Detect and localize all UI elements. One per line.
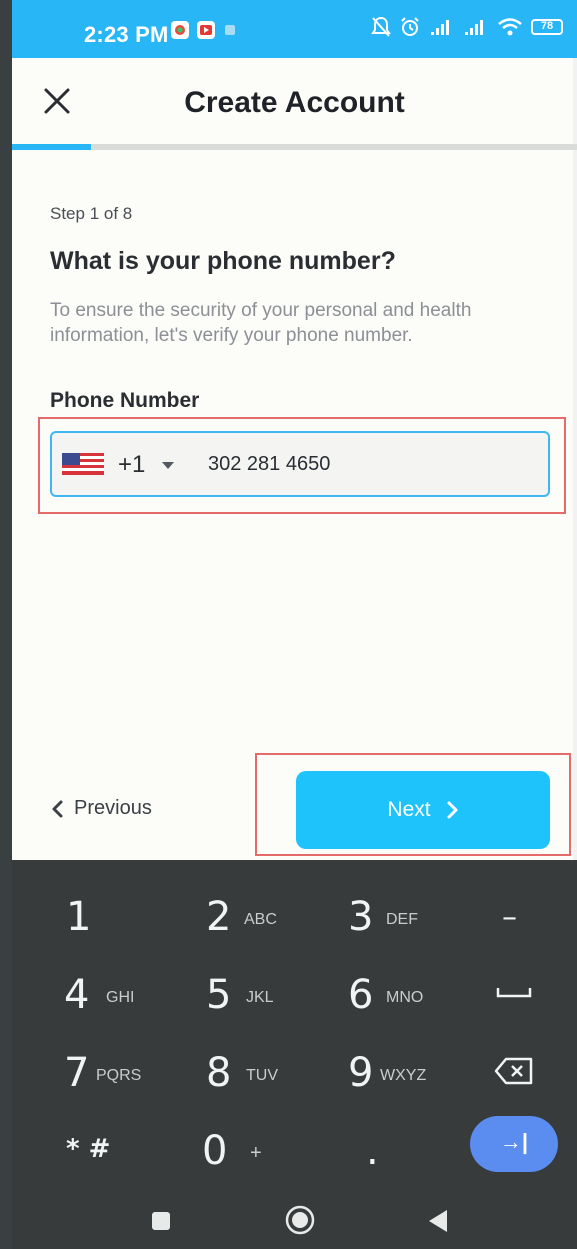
enter-button[interactable]: →| [470,1116,558,1172]
us-flag-icon[interactable] [62,453,104,475]
backspace-icon [494,1057,533,1085]
progress-bar [12,144,577,150]
key-2[interactable]: 2 ABC [202,880,312,950]
key-5[interactable]: 5 JKL [202,958,312,1028]
chevron-left-icon [52,800,63,817]
message-notification-icon [225,25,235,35]
next-button[interactable]: Next [296,771,550,849]
alarm-icon [401,17,419,36]
screen-edge [0,0,12,1249]
key-3[interactable]: 3 DEF [346,880,456,950]
previous-label: Previous [74,797,152,819]
key-dot[interactable]: . [346,1114,456,1184]
key-0[interactable]: 0 + [202,1114,312,1184]
page-title: Create Account [184,86,405,119]
key-dash[interactable]: – [492,880,552,950]
status-time: 2:23 PM [84,22,169,47]
signal-icon [431,20,449,35]
app-notification-icon [171,21,189,39]
next-label: Next [387,798,431,821]
space-icon [496,988,532,998]
back-icon[interactable] [426,1208,450,1234]
app-screen: 2:23 PM 78 Create Account Step 1 of 8 Wh… [0,0,577,1249]
country-code[interactable]: +1 [118,451,145,479]
description-text: To ensure the security of your personal … [50,300,472,346]
key-star-hash[interactable]: * # [62,1114,172,1184]
key-backspace[interactable] [492,1036,552,1106]
key-1[interactable]: 1 [62,880,172,950]
chevron-down-icon[interactable] [162,462,174,469]
key-6[interactable]: 6 MNO [346,958,456,1028]
phone-number-label: Phone Number [50,389,200,412]
wifi-icon [498,18,522,36]
home-icon[interactable] [284,1204,316,1236]
step-indicator: Step 1 of 8 [50,204,133,223]
question-heading: What is your phone number? [50,247,396,275]
phone-number-field: +1 [50,431,550,497]
recents-icon[interactable] [150,1210,172,1232]
tab-next-icon: →| [499,1129,529,1154]
previous-button[interactable]: Previous [50,797,152,820]
app-bar: Create Account [12,58,577,146]
key-7[interactable]: 7 PQRS [62,1036,172,1106]
key-8[interactable]: 8 TUV [202,1036,312,1106]
bell-off-icon [371,16,391,37]
progress-fill [12,144,92,150]
media-notification-icon [197,21,215,39]
status-bar: 2:23 PM 78 [12,0,577,58]
battery-icon: 78 [531,19,563,35]
battery-level: 78 [540,20,554,32]
numeric-keyboard: 1 2 ABC 3 DEF – 4 GHI 5 JKL 6 MNO 7 PQRS… [12,860,577,1249]
status-icons: 78 [371,16,563,38]
key-9[interactable]: 9 WXYZ [346,1036,456,1106]
key-4[interactable]: 4 GHI [62,958,172,1028]
signal-icon-2 [465,20,483,35]
key-space[interactable] [492,958,552,1028]
chevron-right-icon [447,801,458,819]
phone-number-input[interactable] [208,448,508,480]
